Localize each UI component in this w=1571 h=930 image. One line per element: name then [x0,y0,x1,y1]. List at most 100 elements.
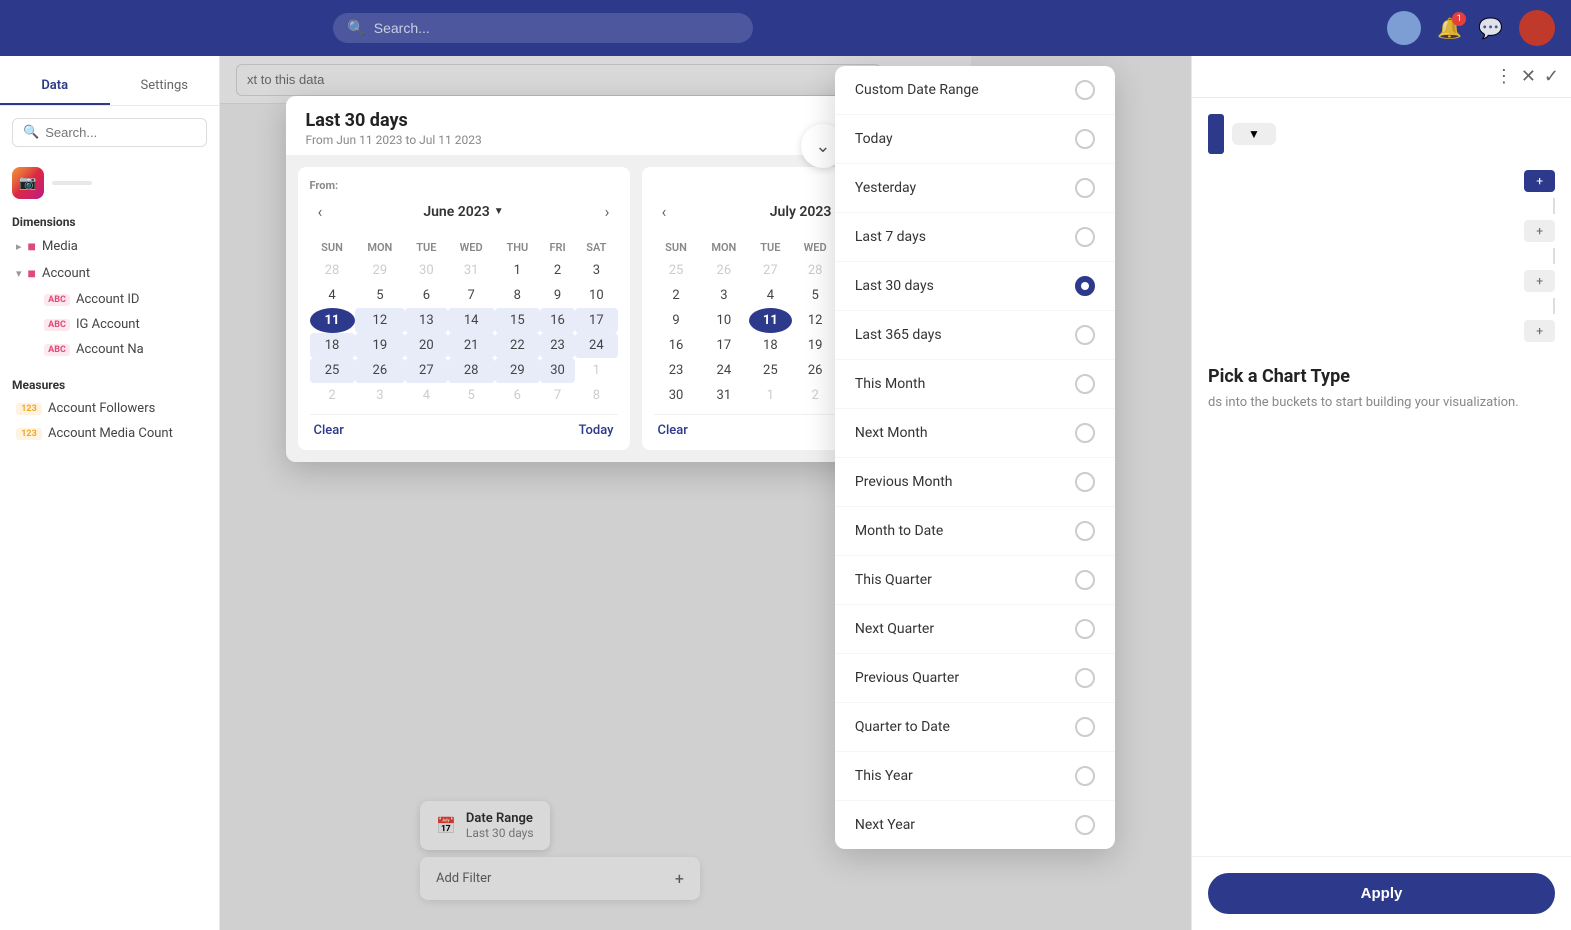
right-cal-day[interactable]: 9 [654,308,699,333]
sidebar-search-input[interactable] [45,125,196,140]
cal-day[interactable]: 12 [355,308,406,333]
quaternary-action-btn[interactable]: + [1524,320,1555,342]
field-account-name[interactable]: ABC Account Na [36,337,211,362]
cal-day[interactable]: 30 [405,258,447,283]
cal-day[interactable]: 15 [495,308,540,333]
right-cal-day[interactable]: 24 [699,358,750,383]
dropdown-option-13[interactable]: Quarter to Date [835,703,1115,752]
cal-day[interactable]: 16 [540,308,575,333]
tab-data[interactable]: Data [0,68,110,105]
right-clear-btn[interactable]: Clear [658,423,688,438]
cal-day[interactable]: 3 [575,258,617,283]
cal-day[interactable]: 18 [310,333,355,358]
radio-circle-9[interactable] [1075,521,1095,541]
cal-day[interactable]: 5 [355,283,406,308]
radio-circle-10[interactable] [1075,570,1095,590]
right-cal-day[interactable]: 17 [699,333,750,358]
radio-circle-8[interactable] [1075,472,1095,492]
field-account-id[interactable]: ABC Account ID [36,287,211,312]
cal-day[interactable]: 29 [355,258,406,283]
dropdown-option-15[interactable]: Next Year [835,801,1115,849]
cal-day[interactable]: 31 [448,258,495,283]
radio-circle-0[interactable] [1075,80,1095,100]
cal-day[interactable]: 2 [540,258,575,283]
right-cal-day[interactable]: 11 [749,308,791,333]
cal-day[interactable]: 27 [405,358,447,383]
radio-circle-3[interactable] [1075,227,1095,247]
right-cal-day[interactable]: 23 [654,358,699,383]
dropdown-option-3[interactable]: Last 7 days [835,213,1115,262]
radio-circle-1[interactable] [1075,129,1095,149]
right-cal-day[interactable]: 2 [654,283,699,308]
measure-media-count[interactable]: 123 Account Media Count [8,421,211,446]
gauge-control[interactable]: ▼ [1232,123,1276,145]
radio-circle-4[interactable] [1075,276,1095,296]
cal-day[interactable]: 19 [355,333,406,358]
apply-button[interactable]: Apply [1208,873,1555,914]
radio-circle-12[interactable] [1075,668,1095,688]
cal-day[interactable]: 30 [540,358,575,383]
right-cal-day[interactable]: 12 [792,308,839,333]
cal-day[interactable]: 5 [448,383,495,408]
cal-day[interactable]: 6 [495,383,540,408]
radio-circle-14[interactable] [1075,766,1095,786]
right-cal-day[interactable]: 16 [654,333,699,358]
dropdown-option-14[interactable]: This Year [835,752,1115,801]
right-cal-day[interactable]: 4 [749,283,791,308]
left-prev-arrow[interactable]: ‹ [310,198,331,225]
cal-day[interactable]: 8 [575,383,617,408]
right-cal-day[interactable]: 10 [699,308,750,333]
cal-day[interactable]: 11 [310,308,355,333]
cal-day[interactable]: 4 [405,383,447,408]
cal-day[interactable]: 17 [575,308,617,333]
right-panel-close-icon[interactable]: ✕ [1521,66,1536,87]
radio-circle-7[interactable] [1075,423,1095,443]
dropdown-option-10[interactable]: This Quarter [835,556,1115,605]
dim-row-media[interactable]: ▸ ■ Media [8,233,211,260]
cal-day[interactable]: 20 [405,333,447,358]
right-cal-day[interactable]: 1 [749,383,791,408]
left-clear-btn[interactable]: Clear [314,423,344,438]
right-cal-day[interactable]: 31 [699,383,750,408]
dropdown-option-1[interactable]: Today [835,115,1115,164]
cal-day[interactable]: 29 [495,358,540,383]
cal-day[interactable]: 13 [405,308,447,333]
cal-day[interactable]: 23 [540,333,575,358]
right-cal-day[interactable]: 26 [699,258,750,283]
sidebar-search[interactable]: 🔍 [12,118,207,147]
dropdown-option-11[interactable]: Next Quarter [835,605,1115,654]
secondary-action-btn[interactable]: + [1524,220,1555,242]
right-month-year[interactable]: July 2023 ▼ [770,204,846,220]
right-cal-day[interactable]: 30 [654,383,699,408]
search-input[interactable] [374,20,739,36]
radio-circle-5[interactable] [1075,325,1095,345]
cal-day[interactable]: 21 [448,333,495,358]
radio-circle-13[interactable] [1075,717,1095,737]
right-cal-day[interactable]: 25 [654,258,699,283]
search-bar[interactable]: 🔍 [333,13,753,43]
dropdown-option-5[interactable]: Last 365 days [835,311,1115,360]
cal-day[interactable]: 7 [540,383,575,408]
right-cal-day[interactable]: 19 [792,333,839,358]
tab-settings[interactable]: Settings [110,68,220,105]
cal-day[interactable]: 3 [355,383,406,408]
left-next-arrow[interactable]: › [597,198,618,225]
right-cal-day[interactable]: 2 [792,383,839,408]
dropdown-option-4[interactable]: Last 30 days [835,262,1115,311]
chat-icon[interactable]: 💬 [1478,16,1503,40]
cal-day[interactable]: 9 [540,283,575,308]
right-cal-day[interactable]: 26 [792,358,839,383]
right-prev-arrow[interactable]: ‹ [654,198,675,225]
right-cal-day[interactable]: 28 [792,258,839,283]
right-cal-day[interactable]: 5 [792,283,839,308]
user-avatar[interactable] [1519,10,1555,46]
cal-day[interactable]: 7 [448,283,495,308]
radio-circle-6[interactable] [1075,374,1095,394]
dropdown-option-8[interactable]: Previous Month [835,458,1115,507]
dropdown-option-7[interactable]: Next Month [835,409,1115,458]
cal-day[interactable]: 8 [495,283,540,308]
cal-day[interactable]: 6 [405,283,447,308]
cal-day[interactable]: 4 [310,283,355,308]
cal-day[interactable]: 26 [355,358,406,383]
radio-circle-2[interactable] [1075,178,1095,198]
